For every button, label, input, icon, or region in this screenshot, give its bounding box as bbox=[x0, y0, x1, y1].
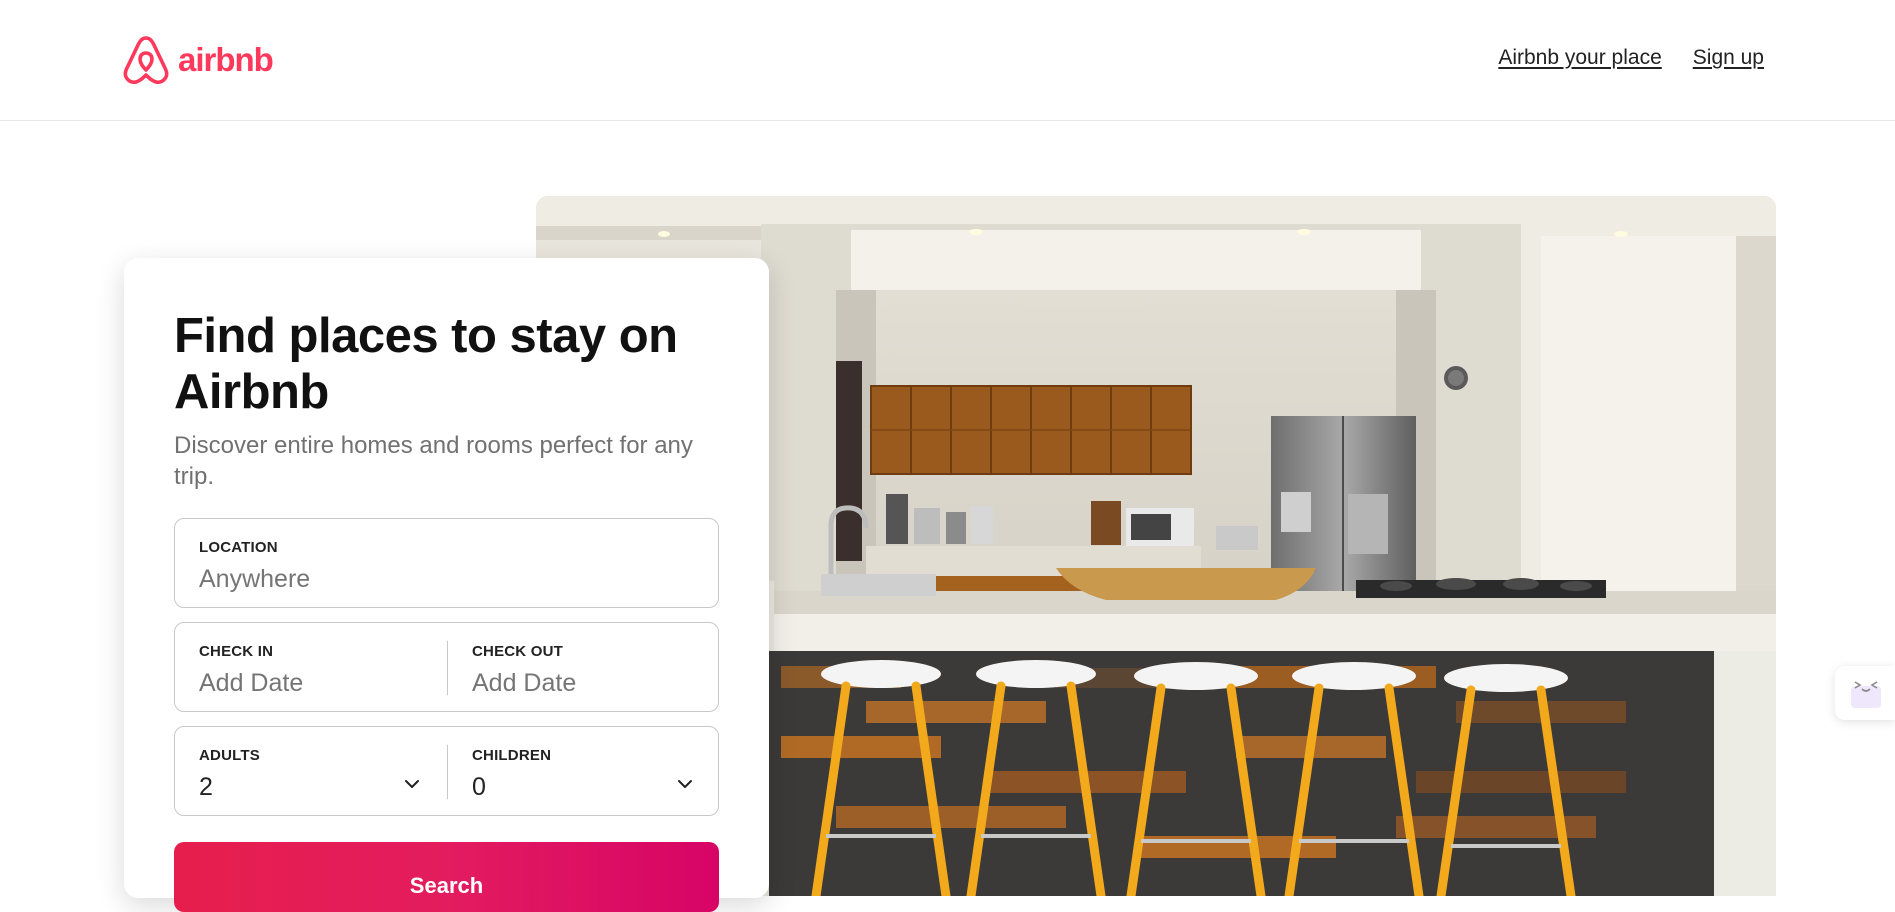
children-label: CHILDREN bbox=[472, 747, 552, 764]
children-value: 0 bbox=[472, 773, 486, 801]
check-in-label: CHECK IN bbox=[199, 643, 274, 660]
page-title: Find places to stay on Airbnb bbox=[174, 309, 678, 419]
header-nav: Airbnb your place Sign up bbox=[1498, 46, 1764, 70]
location-label: LOCATION bbox=[199, 539, 278, 556]
airbnb-belo-icon bbox=[123, 36, 169, 85]
sign-up-link[interactable]: Sign up bbox=[1693, 46, 1764, 70]
location-input[interactable] bbox=[199, 565, 694, 594]
airbnb-logo[interactable]: airbnb bbox=[122, 34, 274, 86]
check-out-label: CHECK OUT bbox=[472, 643, 563, 660]
check-out-input[interactable] bbox=[472, 669, 696, 698]
airbnb-your-place-link[interactable]: Airbnb your place bbox=[1498, 46, 1661, 70]
page-subtitle: Discover entire homes and rooms perfect … bbox=[174, 432, 693, 490]
extension-widget-icon bbox=[1851, 681, 1881, 708]
search-card: Find places to stay on Airbnb Discover e… bbox=[124, 258, 769, 912]
adults-label: ADULTS bbox=[199, 747, 260, 764]
check-in-field[interactable]: CHECK IN bbox=[175, 623, 447, 711]
location-field-inner[interactable]: LOCATION bbox=[175, 519, 718, 607]
search-button[interactable]: Search bbox=[174, 842, 719, 912]
brand-wordmark: airbnb bbox=[178, 41, 274, 78]
extension-widget[interactable] bbox=[1835, 666, 1895, 720]
children-select[interactable]: CHILDREN 0 bbox=[448, 727, 720, 815]
chevron-down-icon bbox=[678, 780, 692, 788]
adults-select[interactable]: ADULTS 2 bbox=[175, 727, 447, 815]
guests-field-group: ADULTS 2 CHILDREN 0 bbox=[174, 726, 719, 816]
dates-field-group: CHECK IN CHECK OUT bbox=[174, 622, 719, 712]
chevron-down-icon bbox=[405, 780, 419, 788]
check-out-field[interactable]: CHECK OUT bbox=[448, 623, 720, 711]
site-header: airbnb Airbnb your place Sign up bbox=[0, 0, 1895, 121]
location-field[interactable]: LOCATION bbox=[174, 518, 719, 608]
adults-value: 2 bbox=[199, 773, 213, 801]
check-in-input[interactable] bbox=[199, 669, 423, 698]
